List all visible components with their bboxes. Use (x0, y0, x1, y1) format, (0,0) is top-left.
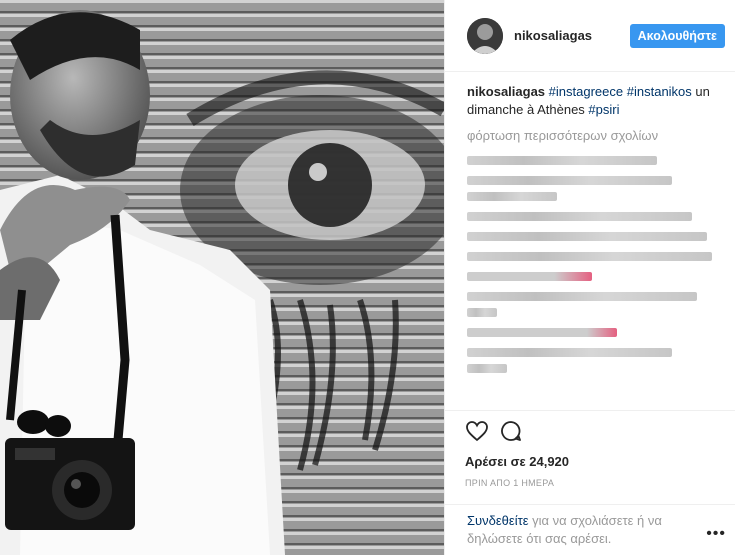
login-link[interactable]: Συνδεθείτε (467, 513, 529, 528)
hashtag-instanikos[interactable]: #instanikos (627, 84, 692, 99)
comment-blurred (467, 308, 497, 317)
caption-username[interactable]: nikosaliagas (467, 84, 545, 99)
avatar[interactable] (467, 17, 503, 54)
comment-blurred (467, 292, 697, 301)
post-actions: Αρέσει σε 24,920 ΠΡΙΝ ΑΠΟ 1 ΗΜΕΡΑ (445, 410, 735, 488)
comment-blurred (467, 348, 672, 357)
comment-blurred (467, 328, 617, 337)
follow-button[interactable]: Ακολουθήστε (629, 23, 725, 48)
comment-blurred (467, 252, 712, 261)
hashtag-instagreece[interactable]: #instagreece (549, 84, 623, 99)
comment-icon[interactable] (499, 419, 523, 448)
post-sidebar: nikosaliagas Ακολουθήστε nikosaliagas #i… (444, 0, 735, 555)
post: nikosaliagas Ακολουθήστε nikosaliagas #i… (0, 0, 735, 555)
comment-blurred (467, 176, 672, 185)
load-more-comments[interactable]: φόρτωση περισσότερων σχολίων (445, 119, 735, 149)
login-footer: Συνδεθείτε για να σχολιάσετε ή να δηλώσε… (445, 504, 735, 548)
comment-blurred (467, 364, 507, 373)
caption: nikosaliagas #instagreece #instanikos un… (445, 72, 735, 119)
heart-icon[interactable] (465, 419, 489, 448)
comment-blurred (467, 272, 592, 281)
comment-blurred (467, 232, 707, 241)
avatar-image (467, 17, 503, 54)
post-photo[interactable] (0, 0, 444, 555)
more-options-icon[interactable]: ••• (706, 525, 726, 543)
comment-blurred (467, 212, 692, 221)
post-header: nikosaliagas Ακολουθήστε (445, 0, 735, 72)
comment-blurred (467, 156, 657, 165)
post-time: ΠΡΙΝ ΑΠΟ 1 ΗΜΕΡΑ (465, 478, 555, 488)
likes-count[interactable]: Αρέσει σε 24,920 (465, 454, 716, 469)
action-icons (465, 419, 716, 448)
username[interactable]: nikosaliagas (514, 28, 630, 43)
comments-list (445, 156, 735, 373)
comment-blurred (467, 192, 557, 201)
photo-image (0, 0, 444, 555)
hashtag-psiri[interactable]: #psiri (588, 102, 619, 117)
